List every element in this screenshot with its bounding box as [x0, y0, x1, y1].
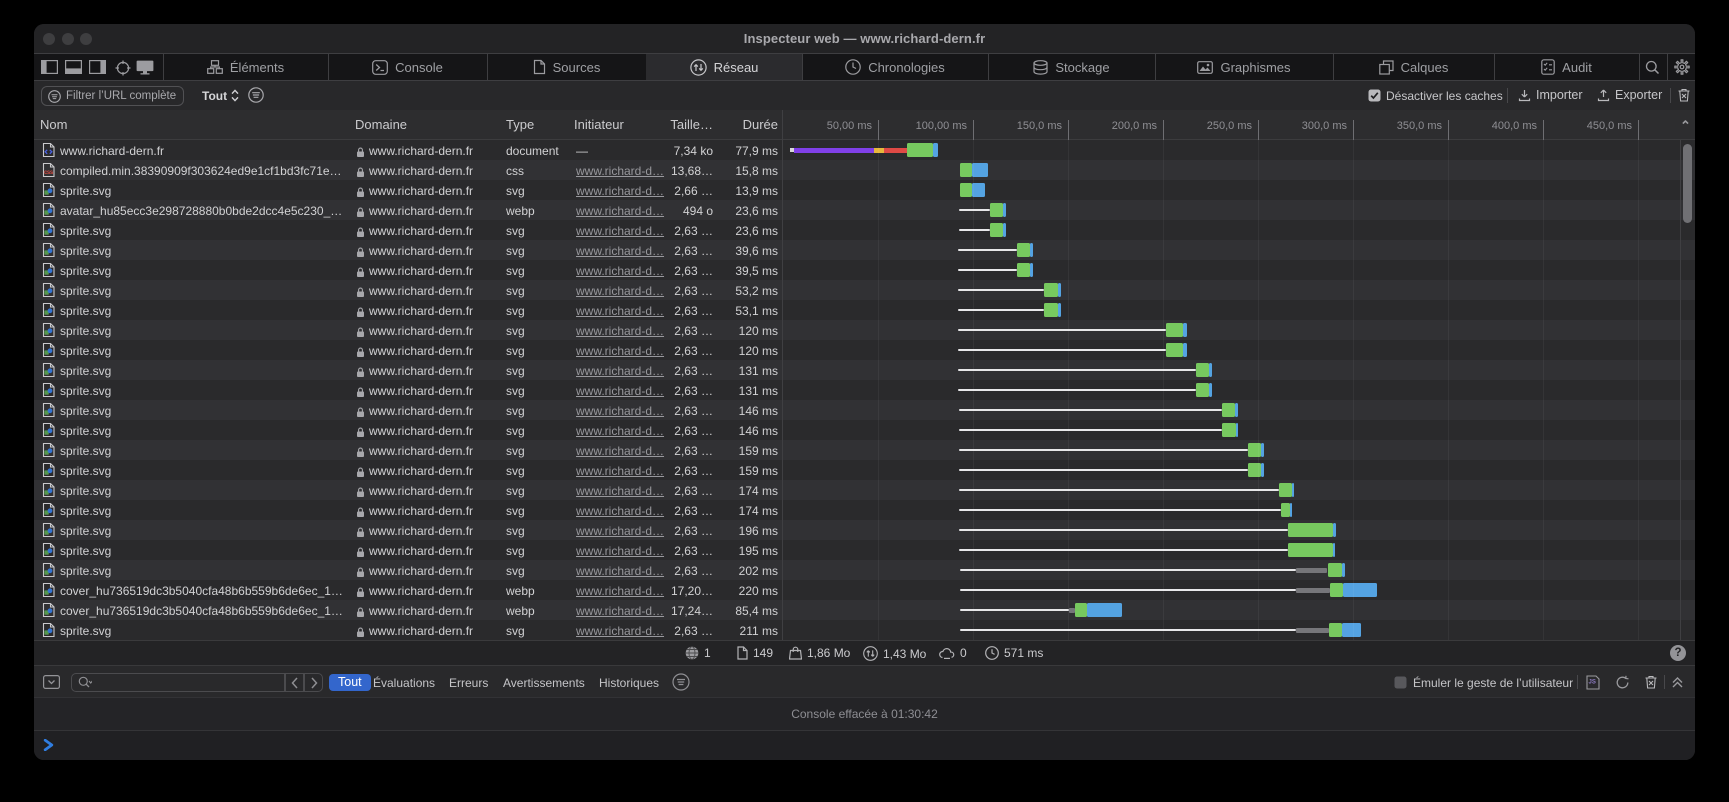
- svg-text:css: css: [44, 170, 54, 176]
- svg-text:JS: JS: [1589, 680, 1596, 686]
